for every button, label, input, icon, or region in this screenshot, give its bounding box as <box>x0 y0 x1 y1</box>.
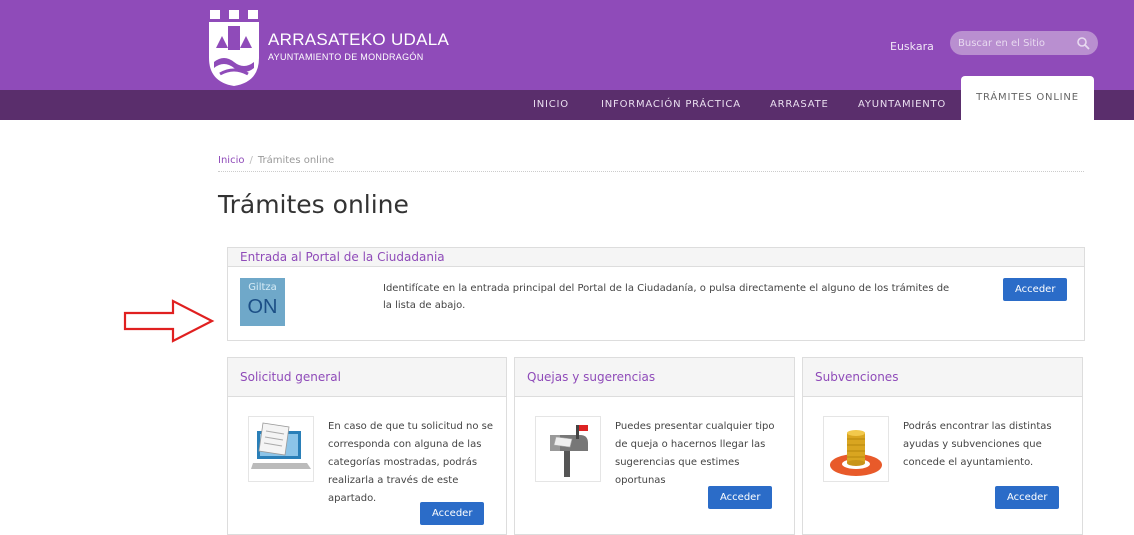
site-search <box>950 31 1098 55</box>
search-icon[interactable] <box>1076 36 1090 50</box>
giltza-logo-line1: Giltza <box>248 282 277 293</box>
card-heading[interactable]: Quejas y sugerencias <box>515 358 794 397</box>
language-link-euskara[interactable]: Euskara <box>890 40 934 53</box>
portal-description: Identifícate en la entrada principal del… <box>383 283 950 311</box>
card-heading[interactable]: Subvenciones <box>803 358 1082 397</box>
brand-subtitle[interactable]: AYUNTAMIENTO DE MONDRAGÓN <box>268 52 424 62</box>
card-description: Puedes presentar cualquier tipo de queja… <box>615 421 775 486</box>
card-subvenciones: Subvenciones Podrás encontrar las distin… <box>802 357 1083 535</box>
breadcrumb-current: Trámites online <box>257 155 335 166</box>
portal-heading: Entrada al Portal de la Ciudadania <box>228 248 1084 267</box>
red-arrow-icon <box>123 299 215 343</box>
breadcrumb: Inicio / Trámites online <box>218 155 1084 172</box>
breadcrumb-home-link[interactable]: Inicio <box>218 155 244 166</box>
coat-of-arms-logo[interactable] <box>206 10 262 86</box>
card-solicitud-general: Solicitud general En caso de que tu soli… <box>227 357 507 535</box>
card-description: En caso de que tu solicitud no se corres… <box>328 421 494 504</box>
nav-ayuntamiento[interactable]: AYUNTAMIENTO <box>858 90 946 120</box>
card-heading[interactable]: Solicitud general <box>228 358 506 397</box>
solicitud-general-acceder-button[interactable]: Acceder <box>420 502 485 525</box>
nav-inicio[interactable]: INICIO <box>533 90 569 120</box>
mailbox-icon <box>535 416 601 482</box>
card-quejas-sugerencias: Quejas y sugerencias Puedes presentar cu… <box>514 357 795 535</box>
page-title: Trámites online <box>218 190 409 219</box>
coins-lifebuoy-icon <box>823 416 889 482</box>
search-input[interactable] <box>958 34 1070 52</box>
nav-tramites-online-label: TRÁMITES ONLINE <box>976 92 1079 103</box>
nav-tramites-online[interactable]: TRÁMITES ONLINE <box>961 76 1094 120</box>
giltza-on-logo: Giltza ON <box>240 278 285 326</box>
card-description: Podrás encontrar las distintas ayudas y … <box>903 421 1052 468</box>
nav-arrasate[interactable]: ARRASATE <box>770 90 829 120</box>
giltza-logo-line2: ON <box>247 296 278 318</box>
portal-acceder-button[interactable]: Acceder <box>1003 278 1068 301</box>
document-laptop-icon <box>248 416 314 482</box>
portal-ciudadania-panel: Entrada al Portal de la Ciudadania Giltz… <box>227 247 1085 341</box>
nav-informacion-practica[interactable]: INFORMACIÓN PRÁCTICA <box>601 90 741 120</box>
brand-title[interactable]: ARRASATEKO UDALA <box>268 30 449 50</box>
quejas-acceder-button[interactable]: Acceder <box>708 486 773 509</box>
subvenciones-acceder-button[interactable]: Acceder <box>995 486 1060 509</box>
breadcrumb-separator: / <box>249 155 253 166</box>
